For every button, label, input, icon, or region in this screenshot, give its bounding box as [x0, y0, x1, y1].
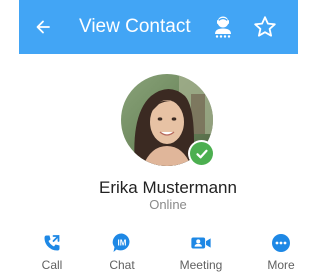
more-label: More — [267, 258, 295, 272]
page-title: View Contact — [79, 16, 191, 37]
contact-avatar — [121, 74, 215, 167]
presence-badge — [188, 140, 215, 167]
chat-im-icon: IM — [111, 233, 133, 253]
star-outline-icon — [254, 16, 276, 37]
contact-name: Erika Mustermann — [99, 178, 237, 197]
more-button[interactable]: More — [251, 233, 298, 273]
phone-icon — [41, 233, 63, 253]
meeting-label: Meeting — [179, 258, 223, 272]
video-camera-icon — [190, 233, 212, 253]
chat-button[interactable]: IM Chat — [92, 233, 152, 273]
call-button[interactable]: Call — [22, 233, 82, 273]
favorite-button[interactable] — [252, 14, 278, 40]
chat-label: Chat — [109, 258, 135, 272]
call-label: Call — [41, 258, 63, 272]
svg-text:IM: IM — [118, 239, 127, 248]
contact-status: Online — [149, 197, 187, 212]
arrow-left-icon — [36, 20, 50, 34]
meeting-button[interactable]: Meeting — [171, 233, 231, 273]
check-icon — [190, 142, 213, 165]
view-contact-screen: View Contact t — [0, 0, 298, 273]
more-dots-icon — [270, 233, 292, 253]
app-bar: View Contact — [19, 0, 298, 54]
agent-button[interactable] — [210, 14, 236, 40]
agent-icon — [215, 16, 231, 38]
back-button[interactable] — [31, 15, 55, 39]
